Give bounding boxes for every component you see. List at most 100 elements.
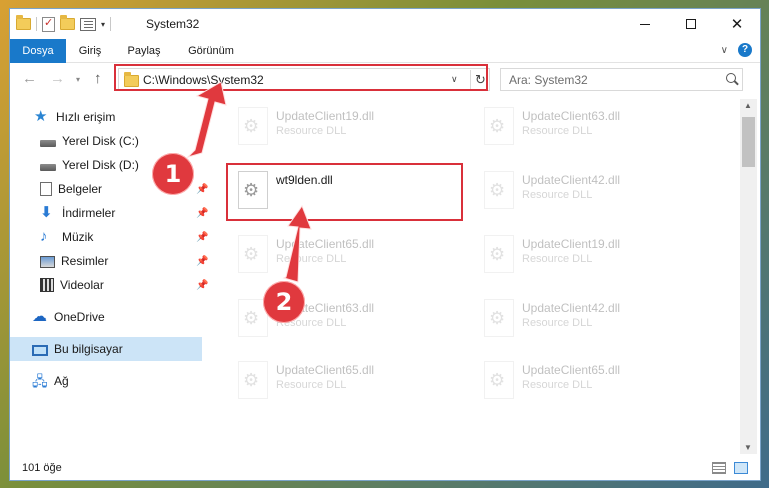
file-name: UpdateClient65.dll bbox=[276, 237, 375, 251]
close-icon: ✕ bbox=[730, 16, 744, 33]
sidebar-item-label: Belgeler bbox=[58, 182, 103, 196]
file-type: Resource DLL bbox=[522, 379, 593, 391]
properties-icon[interactable] bbox=[42, 16, 55, 32]
details-view-icon[interactable] bbox=[712, 462, 726, 474]
search-input[interactable]: Ara: System32 bbox=[509, 73, 588, 87]
file-name: UpdateClient42.dll bbox=[522, 301, 621, 315]
item-count: 101 öğe bbox=[22, 462, 62, 474]
sidebar-item-label: Ağ bbox=[54, 374, 69, 388]
sidebar-item-label: Yerel Disk (D:) bbox=[62, 158, 139, 172]
pictures-icon bbox=[40, 256, 55, 268]
scroll-up-icon[interactable]: ▲ bbox=[744, 101, 752, 110]
search-box[interactable]: Ara: System32 bbox=[500, 68, 743, 91]
file-item[interactable]: UpdateClient19.dll Resource DLL bbox=[230, 101, 460, 151]
dll-file-icon bbox=[484, 361, 514, 399]
sidebar-item-onedrive[interactable]: ☁ OneDrive bbox=[10, 305, 202, 329]
expand-ribbon-icon[interactable]: ∨ bbox=[721, 45, 728, 56]
sidebar-item-label: Resimler bbox=[61, 254, 109, 268]
sidebar-item-label: Müzik bbox=[62, 230, 94, 244]
sidebar-item-quick-access[interactable]: ★ Hızlı erişim bbox=[10, 105, 202, 129]
pin-icon[interactable]: 📌 bbox=[196, 232, 208, 243]
status-bar: 101 öğe bbox=[10, 455, 760, 480]
new-folder-icon[interactable] bbox=[60, 15, 75, 30]
network-icon: 🖧 bbox=[32, 373, 48, 389]
sidebar-item-local-disk-c[interactable]: Yerel Disk (C:) bbox=[10, 129, 202, 153]
sidebar-item-music[interactable]: ♪ Müzik 📌 bbox=[10, 225, 208, 249]
sidebar-item-label: OneDrive bbox=[54, 310, 105, 324]
pin-icon[interactable]: 📌 bbox=[196, 280, 208, 291]
maximize-button[interactable] bbox=[668, 9, 714, 39]
file-type: Resource DLL bbox=[522, 317, 593, 329]
sidebar-item-label: Yerel Disk (C:) bbox=[62, 134, 139, 148]
file-type: Resource DLL bbox=[522, 189, 593, 201]
sidebar-item-this-pc[interactable]: Bu bilgisayar bbox=[10, 337, 202, 361]
forward-arrow-icon[interactable]: → bbox=[50, 70, 65, 87]
file-list: UpdateClient19.dll Resource DLL UpdateCl… bbox=[220, 99, 740, 449]
file-item[interactable]: UpdateClient65.dll Resource DLL bbox=[230, 229, 460, 279]
sidebar-item-videos[interactable]: Videolar 📌 bbox=[10, 273, 208, 297]
dll-file-icon bbox=[238, 107, 268, 145]
large-icons-view-icon[interactable] bbox=[734, 462, 748, 474]
navigation-pane: ★ Hızlı erişim Yerel Disk (C:) Yerel Dis… bbox=[10, 99, 208, 449]
up-arrow-icon[interactable]: ↑ bbox=[94, 70, 102, 87]
vertical-scrollbar[interactable]: ▲ ▼ bbox=[740, 99, 757, 454]
ribbon: Dosya Giriş Paylaş Görünüm ∨ ? bbox=[10, 39, 760, 63]
downloads-icon: ⬇ bbox=[40, 204, 53, 221]
file-item[interactable]: UpdateClient63.dll Resource DLL bbox=[476, 101, 706, 151]
scroll-down-icon[interactable]: ▼ bbox=[744, 443, 752, 452]
pin-icon[interactable]: 📌 bbox=[196, 208, 208, 219]
title-bar: ▾ System32 ✕ bbox=[10, 9, 760, 39]
sidebar-item-pictures[interactable]: Resimler 📌 bbox=[10, 249, 208, 273]
dll-file-icon bbox=[484, 171, 514, 209]
sidebar-item-network[interactable]: 🖧 Ağ bbox=[10, 369, 202, 393]
file-type: Resource DLL bbox=[276, 379, 347, 391]
folder-icon[interactable] bbox=[16, 15, 31, 30]
pin-icon[interactable]: 📌 bbox=[196, 184, 208, 195]
file-name: UpdateClient63.dll bbox=[522, 109, 621, 123]
scrollbar-thumb[interactable] bbox=[742, 117, 755, 167]
file-item[interactable]: UpdateClient65.dll Resource DLL bbox=[476, 355, 706, 405]
file-item[interactable]: UpdateClient19.dll Resource DLL bbox=[476, 229, 706, 279]
step-2-badge: 2 bbox=[263, 281, 305, 323]
back-arrow-icon[interactable]: ← bbox=[22, 70, 37, 87]
dll-file-icon bbox=[484, 107, 514, 145]
file-name: UpdateClient19.dll bbox=[276, 109, 375, 123]
tab-file[interactable]: Dosya bbox=[10, 39, 66, 63]
documents-icon bbox=[40, 182, 52, 196]
tab-share[interactable]: Paylaş bbox=[118, 39, 170, 63]
tab-view[interactable]: Görünüm bbox=[175, 39, 247, 63]
tab-home[interactable]: Giriş bbox=[66, 39, 114, 63]
search-icon bbox=[726, 73, 736, 83]
file-type: Resource DLL bbox=[522, 125, 593, 137]
sidebar-item-label: Hızlı erişim bbox=[56, 110, 116, 124]
disk-icon bbox=[40, 163, 56, 171]
file-item[interactable]: UpdateClient65.dll Resource DLL bbox=[230, 355, 460, 405]
pin-icon[interactable]: 📌 bbox=[196, 256, 208, 267]
step-1-badge: 1 bbox=[152, 153, 194, 195]
dll-file-icon bbox=[238, 235, 268, 273]
window-title: System32 bbox=[146, 17, 200, 31]
dll-file-icon bbox=[484, 235, 514, 273]
quick-access-toolbar: ▾ bbox=[16, 15, 112, 33]
close-button[interactable]: ✕ bbox=[714, 9, 760, 39]
videos-icon bbox=[40, 278, 54, 292]
star-icon: ★ bbox=[34, 108, 48, 125]
help-icon[interactable]: ? bbox=[738, 43, 752, 57]
file-highlight-box bbox=[226, 163, 463, 221]
file-item[interactable]: UpdateClient42.dll Resource DLL bbox=[476, 293, 706, 343]
customize-toolbar-caret-icon[interactable]: ▾ bbox=[101, 20, 105, 29]
dll-file-icon bbox=[484, 299, 514, 337]
recent-locations-caret-icon[interactable]: ▾ bbox=[76, 75, 80, 84]
file-name: UpdateClient42.dll bbox=[522, 173, 621, 187]
sidebar-item-downloads[interactable]: ⬇ İndirmeler 📌 bbox=[10, 201, 208, 225]
minimize-button[interactable] bbox=[622, 9, 668, 39]
file-item[interactable]: UpdateClient42.dll Resource DLL bbox=[476, 165, 706, 215]
dll-file-icon bbox=[238, 361, 268, 399]
music-icon: ♪ bbox=[40, 228, 48, 245]
toolbar-divider bbox=[110, 17, 112, 31]
ribbon-controls: ∨ ? bbox=[721, 43, 752, 57]
view-options-icon[interactable] bbox=[80, 17, 96, 31]
address-highlight-box bbox=[114, 64, 488, 91]
sidebar-item-label: İndirmeler bbox=[62, 206, 116, 220]
file-type: Resource DLL bbox=[276, 125, 347, 137]
